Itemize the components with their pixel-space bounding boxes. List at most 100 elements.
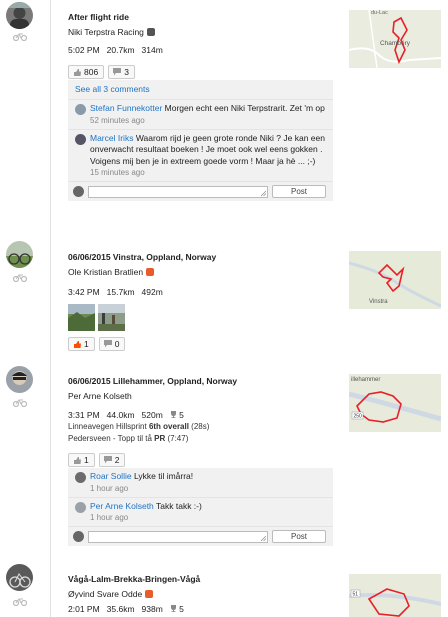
activity-title[interactable]: After flight ride [68,12,336,23]
kudos-button[interactable]: 806 [68,65,105,79]
kudos-count: 1 [84,339,89,349]
comment-count: 3 [124,67,129,77]
comment-time: 1 hour ago [90,483,129,493]
comment-count: 0 [114,339,120,349]
commenter-avatar[interactable] [75,133,86,145]
map-label: 51 [353,592,359,598]
achievement-count: 5 [170,604,191,614]
comment-button[interactable]: 3 [108,65,135,79]
activity-distance: 15.7km [106,287,135,297]
athlete-name[interactable]: Per Arne Kolseth [68,390,336,402]
achievement-line: Pedersveen - Topp til tå PR (7:47) [68,434,189,443]
activity-distance: 20.7km [106,45,135,55]
comment-item: Marcel Iriks Waarom rijd je geen grote r… [68,128,333,182]
athlete-name[interactable]: Niki Terpstra Racing [68,26,336,38]
activity-elevation: 314m [141,45,163,55]
comment-form: Post [68,526,333,546]
activity-stats: 3:31 PM 44.0km 520m 5 [68,409,336,421]
post-button[interactable]: Post [272,530,326,543]
resize-handle-icon[interactable] [261,535,266,541]
see-all-comments-link[interactable]: See all 3 comments [68,80,333,99]
map-label: 250 [354,414,363,420]
comment-input[interactable] [88,530,268,543]
activity-title[interactable]: 06/06/2015 Vinstra, Oppland, Norway [68,252,336,263]
kudos-button[interactable]: 1 [68,453,95,467]
comment-time: 52 minutes ago [90,115,145,125]
activity-distance: 35.6km [106,604,135,614]
resize-handle-icon[interactable] [261,190,266,196]
activity-stats: 3:42 PM 15.7km 492m [68,286,336,298]
bike-icon [13,33,27,41]
route-map[interactable]: du-Lac Chambéry [349,10,441,68]
comment-input[interactable] [88,185,268,198]
thumbs-up-icon [74,457,81,464]
activity-elevation: 938m [141,604,163,614]
commenter-avatar[interactable] [75,472,86,483]
activity-title[interactable]: 06/06/2015 Lillehammer, Oppland, Norway [68,376,336,387]
comment-item: Roar Sollie Lykke til imårra! 1 hour ago [68,468,333,497]
thumbs-up-icon [74,341,81,348]
activity-title[interactable]: Vågå-Lalm-Brekka-Bringen-Vågå [68,574,336,585]
user-avatar [73,186,84,197]
comment-time: 15 minutes ago [90,168,145,177]
bike-icon [13,399,27,407]
comment-count: 2 [114,455,120,465]
comment-item: Per Arne Kolseth Takk takk :-) 1 hour ag… [68,496,333,527]
athlete-name[interactable]: Ole Kristian Bratlien [68,266,336,278]
comment-author[interactable]: Marcel Iriks [90,133,133,143]
map-label: illehammer [351,377,380,383]
activity-elevation: 492m [141,287,163,297]
trophy-icon [170,605,176,612]
kudos-count: 1 [84,455,89,465]
comment-author[interactable]: Stefan Funnekotter [90,103,162,113]
comments-section: Roar Sollie Lykke til imårra! 1 hour ago… [68,468,333,546]
activity-stats: 2:01 PM 35.6km 938m 5 [68,603,336,615]
bike-icon [13,274,27,282]
comment-button[interactable]: 2 [98,453,126,467]
comment-icon [103,456,112,464]
activity-time: 2:01 PM [68,604,100,614]
bike-icon [13,598,27,606]
trophy-icon [170,411,176,418]
kudos-count: 806 [84,67,99,77]
user-avatar [73,531,84,542]
map-label: du-Lac [371,10,388,16]
athlete-avatar[interactable] [6,2,33,29]
comment-item: Stefan Funnekotter Morgen echt een Niki … [68,99,333,129]
activity-distance: 44.0km [106,410,135,420]
achievement-count: 5 [170,410,191,420]
comment-author[interactable]: Per Arne Kolseth [90,501,154,511]
route-map[interactable]: 51 [349,574,441,617]
photo-strip [68,304,336,331]
feed-divider [50,0,51,617]
comment-text: Takk takk :-) [156,500,202,511]
athlete-avatar[interactable] [6,241,33,268]
badge-icon [146,268,155,276]
athlete-name[interactable]: Øyvind Svare Odde [68,588,336,600]
activity-time: 5:02 PM [68,45,100,55]
commenter-avatar[interactable] [75,104,86,115]
activity-elevation: 520m [141,410,163,420]
comment-text: Lykke til imårra! [133,471,194,481]
map-label: Chambéry [380,40,411,47]
route-map[interactable]: Vinstra [349,251,441,309]
comments-section: See all 3 comments Stefan Funnekotter Mo… [68,80,333,201]
activity-time: 3:31 PM [68,410,100,420]
achievement-line: Linneavegen Hillsprint 6th overall (28s) [68,422,210,431]
activity-photo[interactable] [68,304,95,331]
kudos-button[interactable]: 1 [68,337,95,351]
comment-author[interactable]: Roar Sollie [90,471,132,481]
athlete-avatar[interactable] [6,366,33,393]
route-map[interactable]: illehammer 250 [349,374,441,432]
post-button[interactable]: Post [272,185,326,198]
activity-stats: 5:02 PM 20.7km 314m [68,44,336,56]
activity-photo[interactable] [98,304,125,331]
comment-time: 1 hour ago [90,513,129,522]
commenter-avatar[interactable] [75,501,86,513]
comment-icon [103,340,112,348]
badge-icon [145,590,154,598]
thumbs-up-icon [74,69,81,76]
athlete-avatar[interactable] [6,564,33,591]
comment-form: Post [68,181,333,201]
comment-button[interactable]: 0 [98,337,126,351]
